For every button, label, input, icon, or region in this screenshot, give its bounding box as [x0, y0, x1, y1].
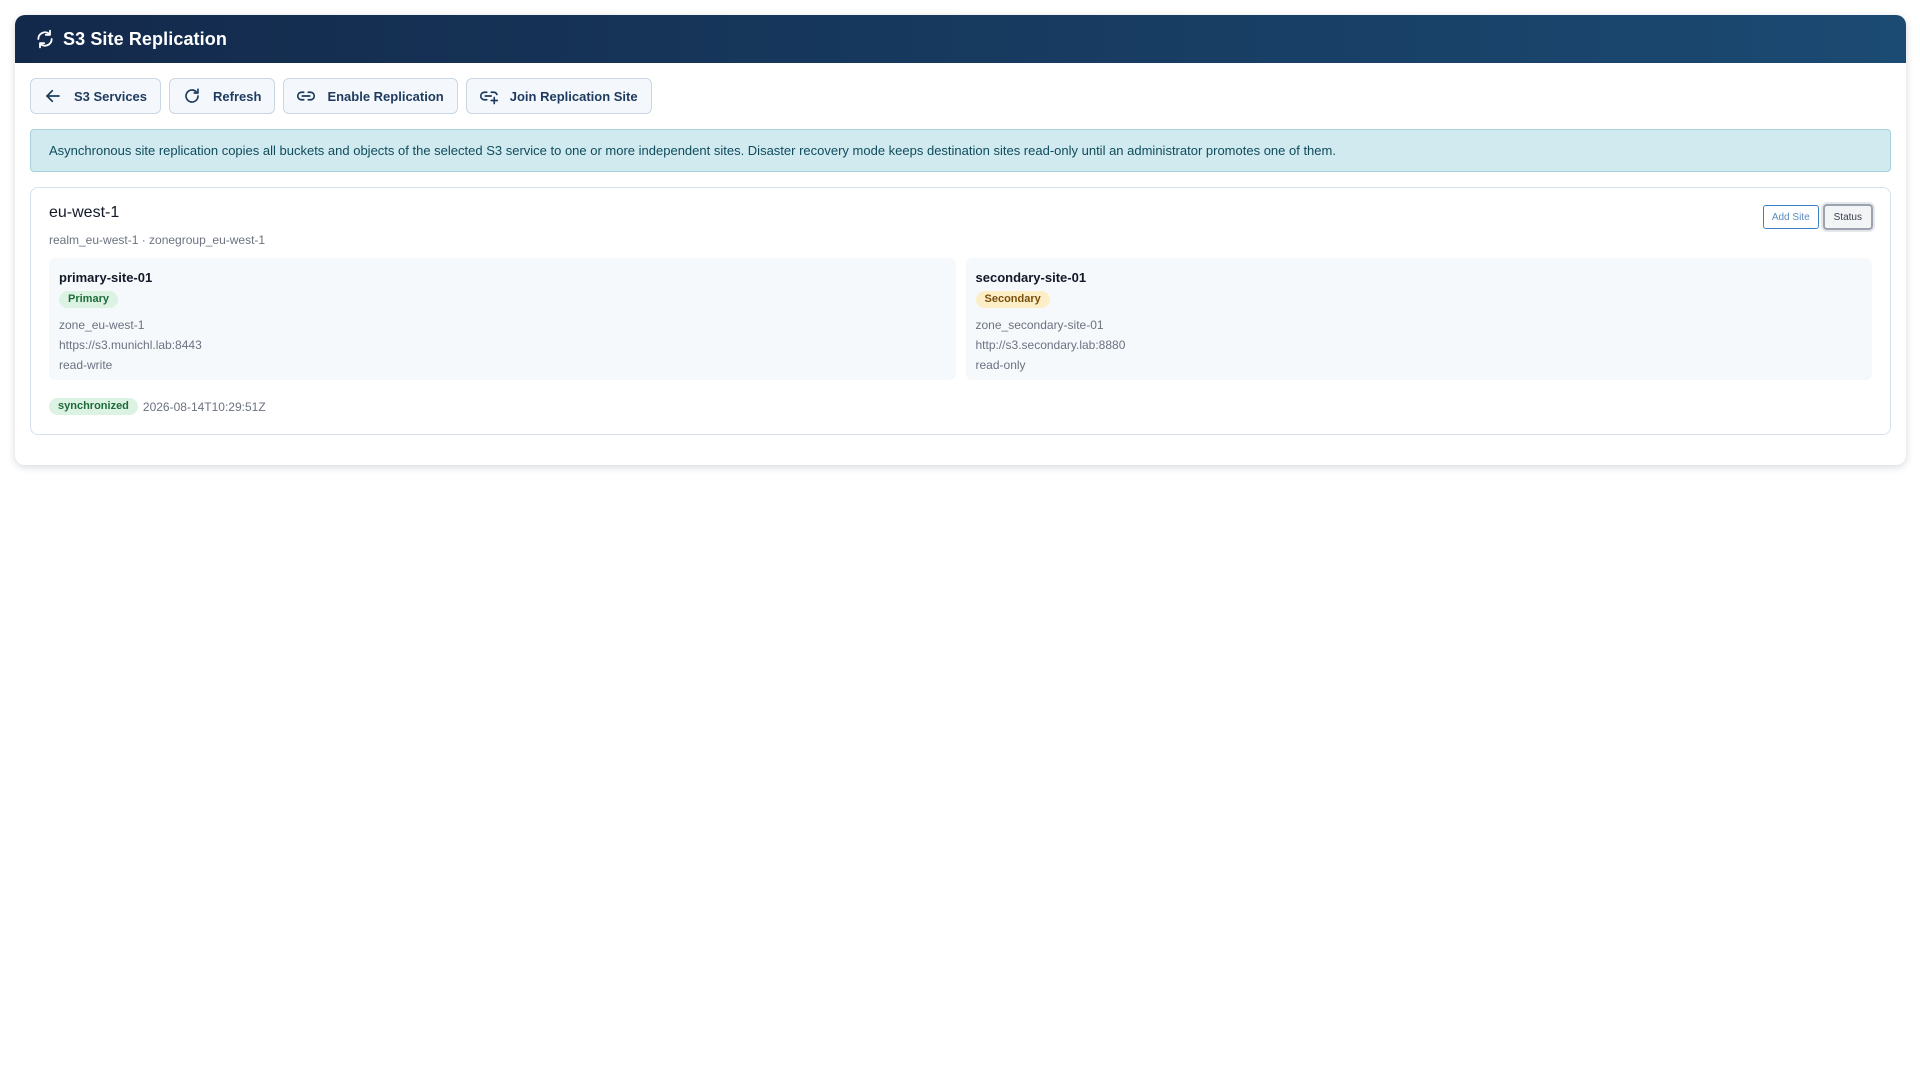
replication-window: S3 Site Replication S3 Services Refresh … [15, 15, 1906, 465]
join-replication-site-label: Join Replication Site [509, 88, 638, 104]
site-mode: read-write [59, 358, 113, 372]
zonegroup-card: eu-west-1 realm_eu-west-1 · zonegroup_eu… [30, 187, 1891, 435]
zonegroup-name: eu-west-1 [49, 204, 120, 221]
site-zone: zone_eu-west-1 [59, 318, 145, 332]
s3-services-button[interactable]: S3 Services [30, 78, 162, 114]
refresh-button[interactable]: Refresh [169, 78, 276, 114]
arrow-left-icon [43, 86, 63, 106]
sync-status-badge: synchronized [49, 398, 138, 415]
refresh-icon [182, 86, 202, 106]
role-badge: Secondary [975, 291, 1050, 308]
site-name: primary-site-01 [59, 270, 153, 285]
zonegroup-actions: Add Site Status [1762, 204, 1873, 230]
sync-status-row: synchronized 2026-08-14T10:29:51Z [49, 398, 1872, 415]
site-endpoint: https://s3.munichl.lab:8443 [59, 338, 202, 352]
s3-services-label: S3 Services [74, 88, 148, 104]
join-replication-site-button[interactable]: Join Replication Site [465, 78, 652, 114]
site-card-primary: primary-site-01 Primary zone_eu-west-1 h… [49, 258, 956, 380]
site-endpoint: http://s3.secondary.lab:8880 [975, 338, 1126, 352]
site-list: primary-site-01 Primary zone_eu-west-1 h… [49, 258, 1872, 380]
page-title: S3 Site Replication [63, 28, 227, 49]
enable-replication-button[interactable]: Enable Replication [283, 78, 458, 114]
info-text: Asynchronous site replication copies all… [49, 143, 1336, 158]
add-site-button[interactable]: Add Site [1762, 205, 1819, 229]
info-banner: Asynchronous site replication copies all… [30, 129, 1891, 172]
link-add-icon [479, 86, 499, 106]
title-bar: S3 Site Replication [15, 15, 1906, 63]
toolbar: S3 Services Refresh Enable Replication J… [30, 78, 1891, 114]
link-icon [296, 86, 316, 106]
zonegroup-meta: realm_eu-west-1 · zonegroup_eu-west-1 [49, 233, 266, 247]
status-button[interactable]: Status [1822, 204, 1873, 230]
role-badge: Primary [59, 291, 118, 308]
sync-icon [35, 28, 57, 50]
sync-timestamp: 2026-08-14T10:29:51Z [142, 399, 266, 414]
site-name: secondary-site-01 [975, 270, 1087, 285]
site-zone: zone_secondary-site-01 [975, 318, 1104, 332]
site-mode: read-only [975, 358, 1026, 372]
main-content: S3 Services Refresh Enable Replication J… [15, 63, 1906, 435]
refresh-label: Refresh [213, 88, 262, 104]
enable-replication-label: Enable Replication [327, 88, 444, 104]
site-card-secondary: secondary-site-01 Secondary zone_seconda… [965, 258, 1872, 380]
